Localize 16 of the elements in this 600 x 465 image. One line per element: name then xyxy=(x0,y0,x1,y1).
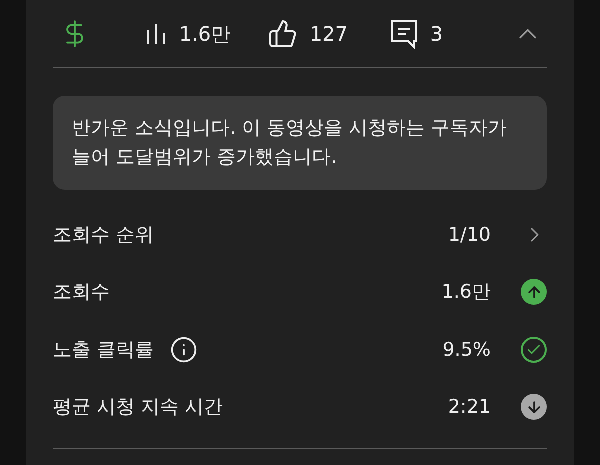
metric-label: 조회수 xyxy=(53,280,110,305)
info-icon[interactable] xyxy=(170,336,198,364)
metric-label: 조회수 순위 xyxy=(53,222,154,248)
stat-count: 3 xyxy=(430,20,444,48)
bar-chart-icon xyxy=(145,22,168,46)
notice-message: 반가운 소식입니다. 이 동영상을 시청하는 구독자가 늘어 도달범위가 증가했습니다. xyxy=(53,96,547,190)
metric-label: 노출 클릭률 xyxy=(53,338,154,362)
metric-label: 평균 시청 지속 시간 xyxy=(53,395,224,420)
stat-count: 1.6만 xyxy=(179,20,232,48)
metric-value: 1.6만 xyxy=(442,280,491,305)
comment-icon xyxy=(390,18,418,48)
metric-value: 2:21 xyxy=(448,395,491,420)
metric-value: 1/10 xyxy=(448,222,491,248)
thumbs-up-icon xyxy=(268,18,298,48)
metric-value: 9.5% xyxy=(442,338,491,362)
stat-count: 127 xyxy=(310,20,348,48)
